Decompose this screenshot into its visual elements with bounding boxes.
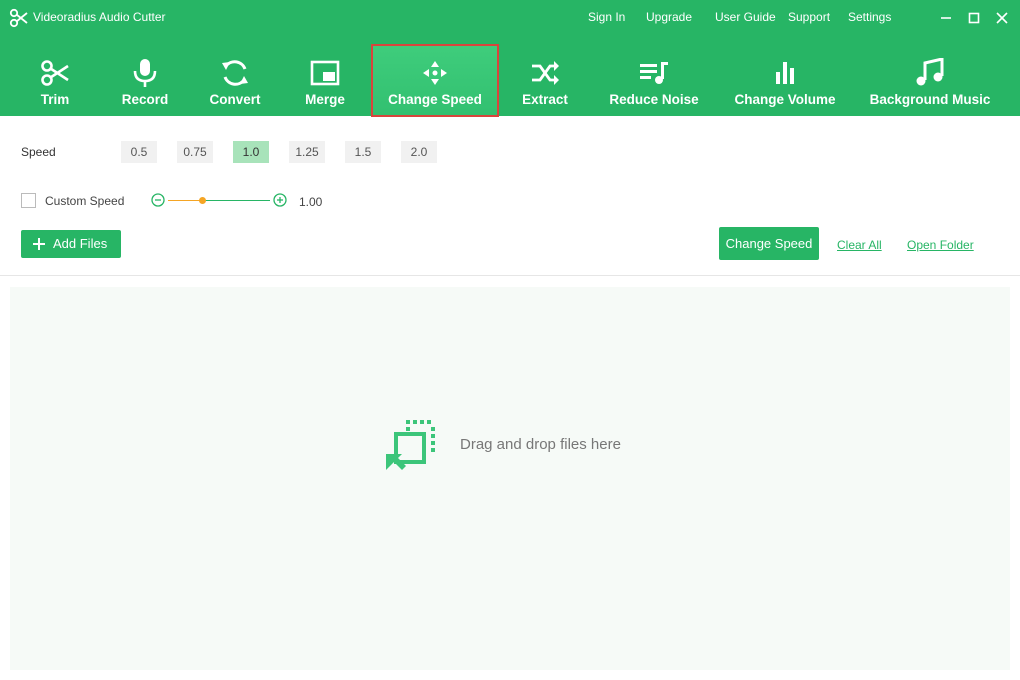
tool-change-volume[interactable]: Change Volume (726, 44, 844, 116)
slider-fill (168, 200, 202, 201)
refresh-icon (222, 60, 248, 86)
speed-option-1-0[interactable]: 1.0 (233, 141, 269, 163)
music-note-icon (916, 58, 944, 86)
settings-link[interactable]: Settings (848, 10, 891, 24)
playlist-icon (640, 62, 668, 84)
shuffle-icon (532, 61, 559, 85)
merge-icon (310, 60, 340, 86)
sign-in-link[interactable]: Sign In (588, 10, 625, 24)
support-link[interactable]: Support (788, 10, 830, 24)
tool-merge-label: Merge (305, 92, 345, 107)
tool-background-music[interactable]: Background Music (862, 44, 998, 116)
divider (0, 275, 1020, 276)
tool-trim-label: Trim (40, 92, 70, 107)
slider-thumb[interactable] (198, 197, 206, 204)
open-folder-link[interactable]: Open Folder (907, 238, 974, 252)
decrease-speed-icon[interactable] (151, 193, 165, 207)
clear-all-link[interactable]: Clear All (837, 238, 882, 252)
user-guide-link[interactable]: User Guide (715, 10, 776, 24)
custom-speed-label: Custom Speed (45, 194, 125, 208)
add-files-button[interactable]: Add Files (21, 230, 121, 258)
add-files-label: Add Files (53, 236, 108, 251)
title-bar: Videoradius Audio Cutter Sign In Upgrade… (0, 0, 1020, 36)
minimize-button[interactable] (934, 6, 958, 30)
custom-speed-value: 1.00 (299, 195, 323, 209)
tool-record[interactable]: Record (110, 44, 180, 116)
tool-background-music-label: Background Music (869, 92, 991, 107)
tool-record-label: Record (121, 92, 169, 107)
tool-reduce-noise[interactable]: Reduce Noise (602, 44, 706, 116)
tool-change-speed[interactable]: Change Speed (373, 44, 497, 116)
custom-speed-slider[interactable] (168, 197, 270, 204)
tool-reduce-noise-label: Reduce Noise (609, 92, 699, 107)
app-title: Videoradius Audio Cutter (33, 10, 166, 24)
speed-icon (423, 61, 447, 85)
scissors-icon (41, 60, 69, 86)
speed-label: Speed (21, 145, 56, 159)
tool-change-volume-label: Change Volume (734, 92, 836, 107)
close-icon (996, 12, 1008, 24)
tool-convert[interactable]: Convert (199, 44, 271, 116)
tool-extract-label: Extract (522, 92, 568, 107)
app-logo-icon (9, 8, 28, 28)
speed-option-2-0[interactable]: 2.0 (401, 141, 437, 163)
drop-zone[interactable]: Drag and drop files here (10, 287, 1010, 670)
custom-speed-checkbox[interactable] (21, 193, 36, 208)
speed-option-0-5[interactable]: 0.5 (121, 141, 157, 163)
tool-trim[interactable]: Trim (20, 44, 90, 116)
maximize-icon (968, 12, 980, 24)
speed-option-1-25[interactable]: 1.25 (289, 141, 325, 163)
change-speed-button[interactable]: Change Speed (719, 227, 819, 260)
minimize-icon (941, 17, 951, 19)
speed-option-0-75[interactable]: 0.75 (177, 141, 213, 163)
plus-icon (33, 238, 45, 250)
tool-extract[interactable]: Extract (510, 44, 580, 116)
tool-merge[interactable]: Merge (290, 44, 360, 116)
microphone-icon (133, 59, 157, 87)
increase-speed-icon[interactable] (273, 193, 287, 207)
speed-option-1-5[interactable]: 1.5 (345, 141, 381, 163)
drop-zone-text: Drag and drop files here (460, 436, 621, 453)
app-header: Videoradius Audio Cutter Sign In Upgrade… (0, 0, 1020, 117)
close-button[interactable] (990, 6, 1014, 30)
upgrade-link[interactable]: Upgrade (646, 10, 692, 24)
tool-change-speed-label: Change Speed (388, 92, 482, 107)
bars-icon (776, 62, 794, 84)
maximize-button[interactable] (962, 6, 986, 30)
tool-convert-label: Convert (209, 92, 261, 107)
drag-drop-icon (386, 420, 435, 470)
